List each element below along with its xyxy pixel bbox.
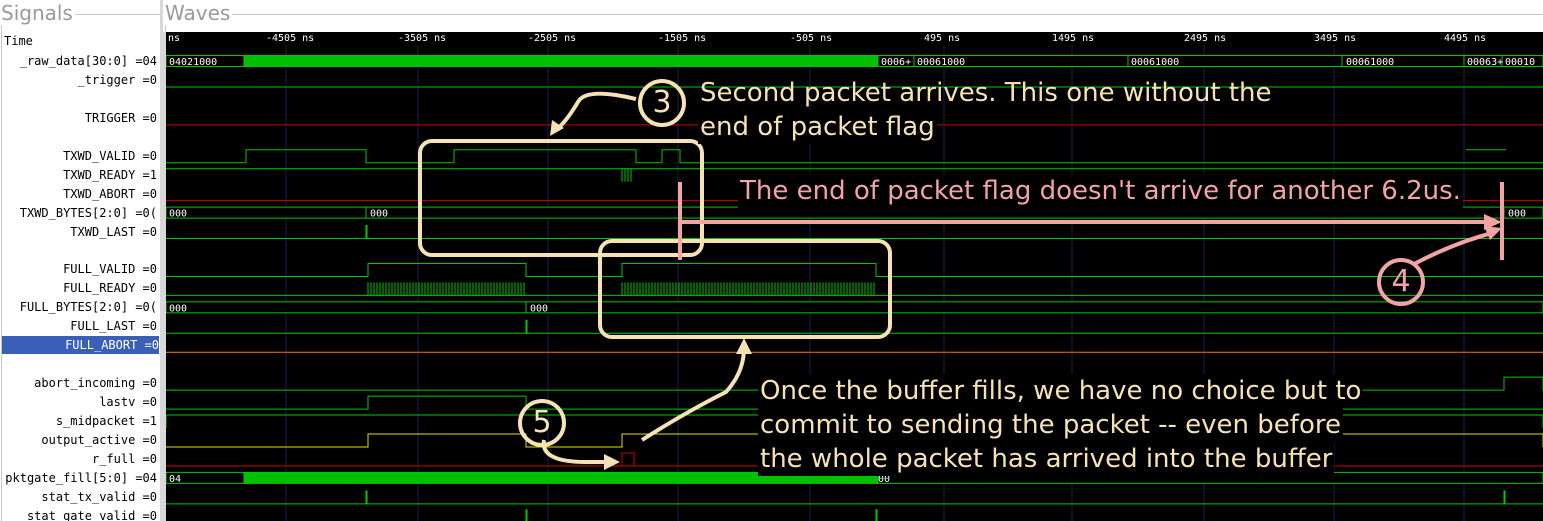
signal-row[interactable]: s_midpacket =1 [0, 412, 157, 430]
annotation-eop-text: The end of packet flag doesn't arrive fo… [738, 174, 1463, 208]
annotation-5-line3: the whole packet has arrived into the bu… [758, 442, 1335, 476]
bus-value-label: 00063+ [1467, 57, 1503, 68]
bus-segment [166, 206, 367, 219]
signal-row[interactable]: TXWD_LAST =0 [0, 223, 157, 241]
signal-row[interactable]: lastv =0 [0, 393, 157, 411]
signal-row[interactable]: FULL_READY =0 [0, 279, 157, 297]
signal-row[interactable]: TXWD_VALID =0 [0, 147, 157, 165]
ruler-label: -2505 ns [528, 33, 576, 44]
bus-value-label: 00061000 [1346, 57, 1394, 68]
ruler-label: ns [168, 33, 180, 44]
bus-value-label: 000 [169, 209, 187, 220]
signal-row[interactable]: abort_incoming =0 [0, 374, 157, 392]
bus-value-label: 00010 [1505, 57, 1535, 68]
bus-segment [166, 301, 527, 314]
signal-row[interactable]: output_active =0 [0, 431, 157, 449]
ruler-label: -1505 ns [658, 33, 706, 44]
signal-row[interactable]: pktgate_fill[5:0] =04 [0, 469, 157, 487]
ruler-label: 2495 ns [1184, 33, 1226, 44]
signal-row[interactable]: TXWD_READY =1 [0, 166, 157, 184]
signal-row[interactable]: FULL_LAST =0 [0, 317, 157, 335]
time-column-header: Time [4, 34, 33, 48]
bus-value-label: 000 [370, 209, 388, 220]
ruler-label: 4495 ns [1444, 33, 1486, 44]
bus-value-label: 04 [169, 474, 181, 485]
bus-value-label: 0006+ [881, 57, 911, 68]
annotation-5-line1: Once the buffer fills, we have no choice… [758, 374, 1364, 408]
annotation-4-marker: 4 [1377, 258, 1425, 306]
waves-panel-header: Waves [163, 0, 1543, 32]
signal-row[interactable]: FULL_ABORT =0 [2, 336, 159, 355]
ruler-label: -4505 ns [266, 33, 314, 44]
signal-row[interactable]: TXWD_BYTES[2:0] =0( [0, 204, 157, 222]
signals-panel: Signals Time _raw_data[30:0] =04 _trigger… [0, 0, 163, 521]
annotation-3-line1: Second packet arrives. This one without … [700, 78, 1272, 108]
bus-value-label: 00061000 [1131, 57, 1179, 68]
ruler-label: -3505 ns [398, 33, 446, 44]
bus-value-label: 04021000 [169, 57, 217, 68]
signal-row[interactable]: FULL_BYTES[2:0] =0( [0, 298, 157, 316]
signal-row[interactable]: stat_tx_valid =0 [0, 488, 157, 506]
bus-segment [365, 206, 1505, 219]
bus-value-label: 00061000 [917, 57, 965, 68]
signal-row[interactable]: _raw_data[30:0] =04 [0, 52, 157, 70]
signal-row[interactable]: FULL_VALID =0 [0, 260, 157, 278]
signals-panel-title: Signals [1, 1, 75, 25]
waves-panel-title: Waves [165, 1, 233, 25]
ruler-label: 495 ns [924, 33, 960, 44]
signal-row[interactable]: TXWD_ABORT =0 [0, 185, 157, 203]
waves-frame [165, 14, 1543, 32]
bus-segment [243, 55, 879, 67]
annotation-5-line2: commit to sending the packet -- even bef… [758, 408, 1343, 442]
ruler-label: 3495 ns [1314, 33, 1356, 44]
signal-row[interactable]: _trigger =0 [0, 71, 157, 89]
signal-row[interactable]: TRIGGER =0 [0, 109, 157, 127]
time-ruler: ns -4505 ns -3505 ns -2505 ns -1505 ns -505 n… [166, 32, 1543, 45]
bus-value-label: 000 [1508, 209, 1526, 220]
annotation-3-line2: end of packet flag [698, 110, 937, 144]
signal-row[interactable]: stat_gate_valid =0 [0, 507, 157, 521]
signal-row[interactable]: r_full =0 [0, 450, 157, 468]
ruler-label: -505 ns [790, 33, 832, 44]
annotation-3-marker: 3 [638, 79, 686, 127]
bus-value-label: 000 [169, 303, 187, 314]
annotation-5-marker: 5 [518, 399, 566, 447]
ruler-label: 1495 ns [1052, 33, 1094, 44]
bus-value-label: 000 [530, 303, 548, 314]
